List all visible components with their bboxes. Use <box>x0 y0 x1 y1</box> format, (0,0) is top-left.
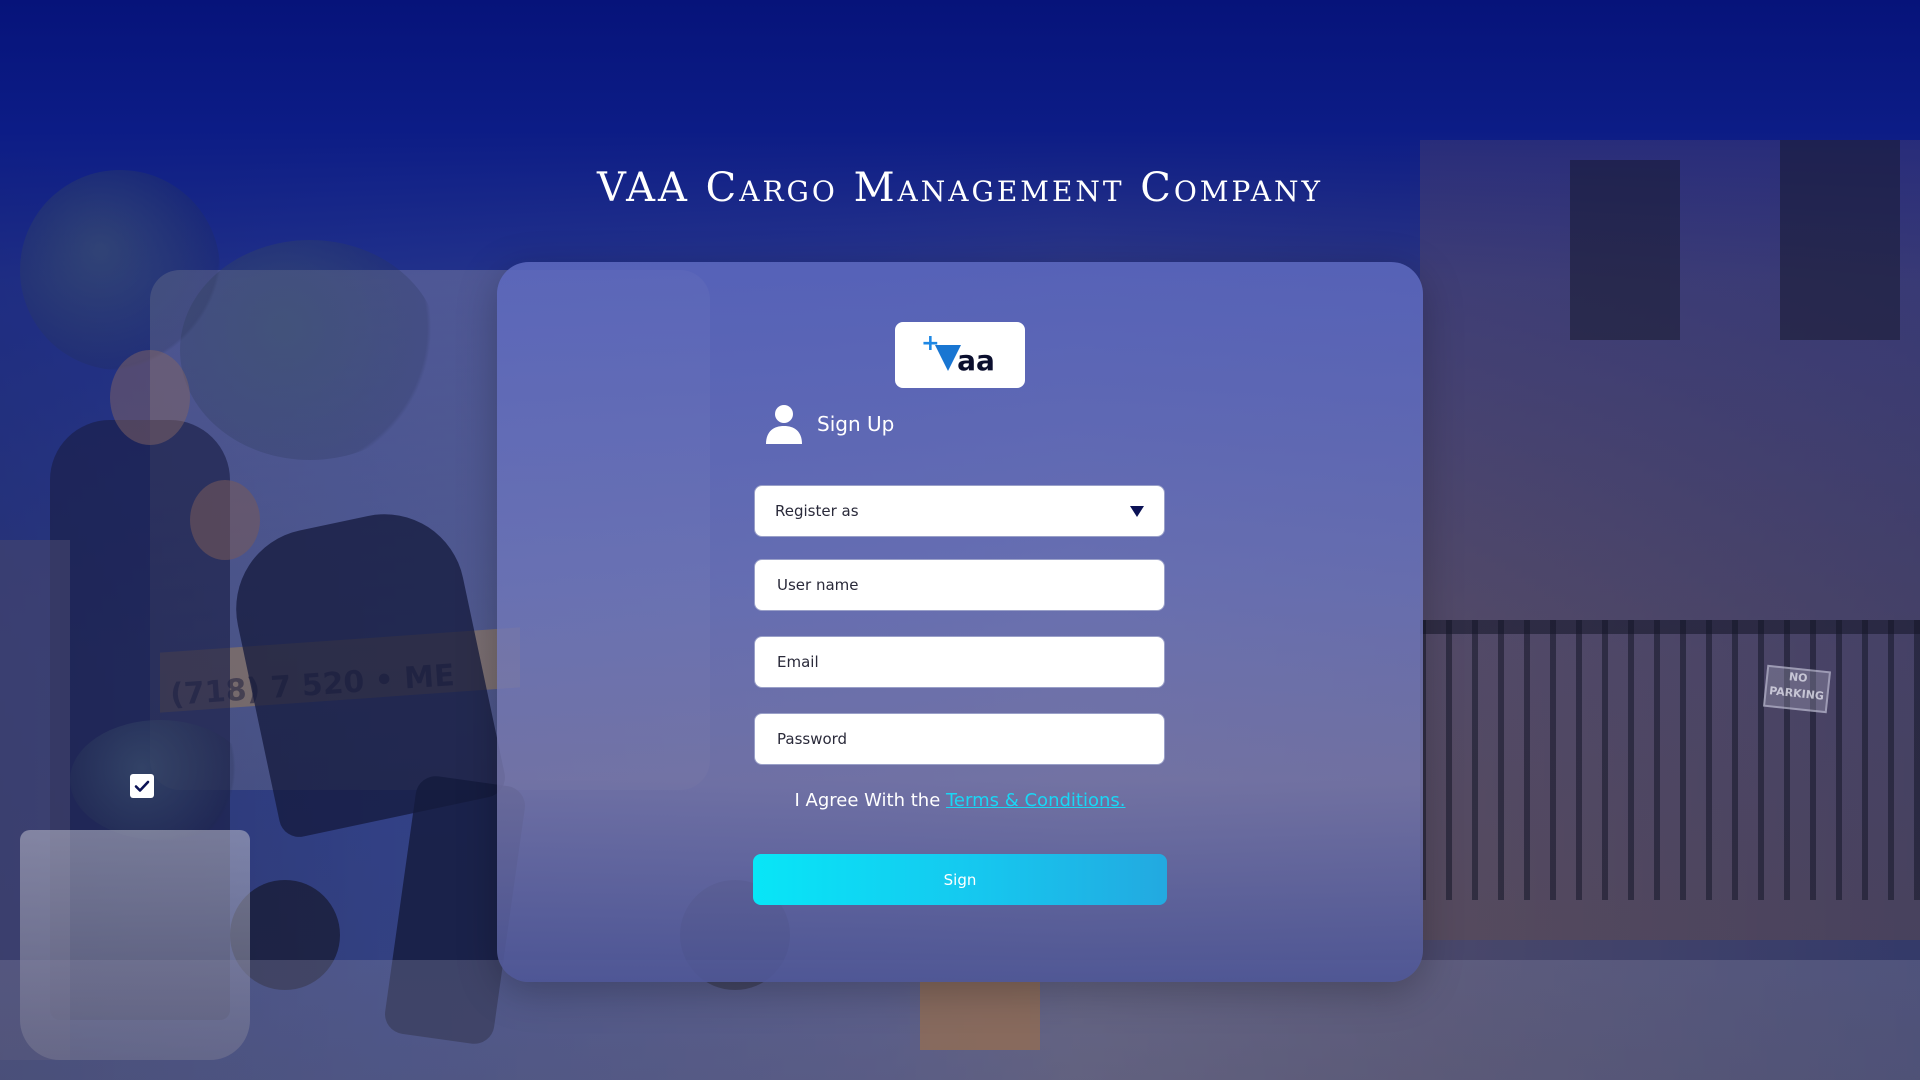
terms-link[interactable]: Terms & Conditions. <box>946 790 1125 811</box>
background-person <box>50 420 230 1020</box>
background-railing-top <box>1420 620 1920 634</box>
password-field-wrapper <box>754 713 1165 765</box>
logo-text: aa <box>957 344 995 377</box>
background-plant-pot <box>20 830 250 1060</box>
agree-checkbox[interactable] <box>130 774 154 798</box>
username-field[interactable] <box>775 575 1144 595</box>
logo: + aa <box>895 322 1025 388</box>
logo-mark: + aa <box>921 333 995 377</box>
background-truck-stripe <box>160 627 520 713</box>
background-truck-text: (718) 7 520 • ME <box>169 658 456 713</box>
terms-prefix: I Agree With the <box>794 790 946 811</box>
caret-down-icon <box>1130 505 1144 517</box>
background-person-head <box>110 350 190 445</box>
background-plant-leaves <box>180 240 440 460</box>
terms-agreement: I Agree With the Terms & Conditions. <box>0 790 1920 811</box>
background-plant-leaves <box>70 720 250 840</box>
background-wheel <box>230 880 340 990</box>
signup-page: NO PARKING (718) 7 520 • ME VAA Cargo Ma… <box>0 0 1920 1080</box>
register-as-value: Register as <box>775 502 859 520</box>
page-title: VAA Cargo Management Company <box>596 164 1323 211</box>
background-railing <box>1420 620 1920 900</box>
register-as-select[interactable]: Register as <box>754 485 1165 537</box>
email-field-wrapper <box>754 636 1165 688</box>
no-parking-sign: NO PARKING <box>1762 664 1832 714</box>
username-field-wrapper <box>754 559 1165 611</box>
password-field[interactable] <box>775 729 1144 749</box>
signup-header: Sign Up <box>765 404 894 444</box>
sign-button[interactable]: Sign <box>753 854 1167 905</box>
signup-heading: Sign Up <box>817 412 895 436</box>
email-field[interactable] <box>775 652 1144 672</box>
background-building <box>1420 140 1920 940</box>
background-cardboard-box <box>920 980 1040 1050</box>
background-person-head <box>190 480 260 560</box>
logo-v-shape <box>935 345 962 371</box>
user-icon <box>766 405 802 444</box>
checkmark-icon <box>134 780 150 792</box>
